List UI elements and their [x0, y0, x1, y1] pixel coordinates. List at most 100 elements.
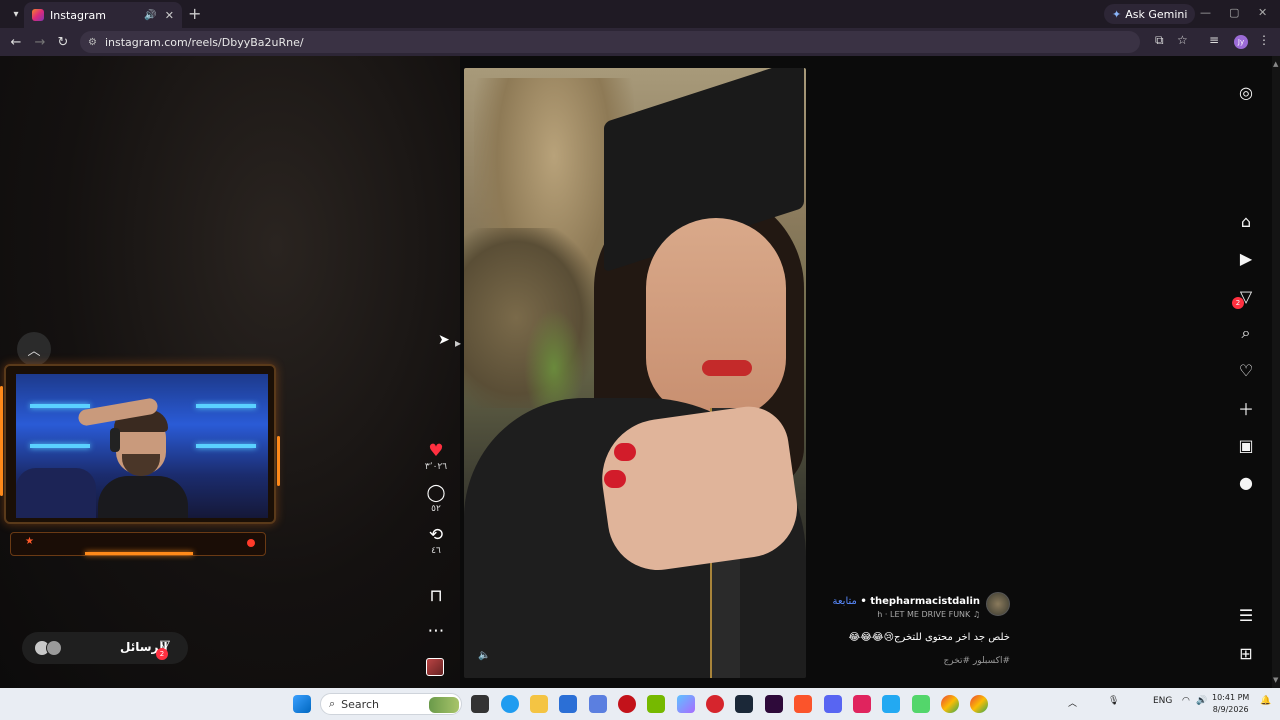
premiere-icon[interactable] [765, 695, 783, 713]
reposts-count: ٤٦ [431, 546, 441, 556]
new-tab-button[interactable]: + [188, 4, 201, 23]
wifi-icon[interactable]: ◠ [1182, 696, 1190, 706]
comment-button[interactable]: ◯ ٥٢ [420, 484, 452, 514]
app-icon[interactable] [589, 695, 607, 713]
discord-icon[interactable] [824, 695, 842, 713]
profile-nav-icon[interactable]: ● [1232, 471, 1260, 493]
app-icon[interactable] [912, 695, 930, 713]
repost-icon: ⟲ [428, 525, 444, 545]
taskbar-search-field[interactable]: ⌕ Search [320, 693, 462, 715]
audio-thumbnail[interactable] [426, 658, 444, 676]
store-icon[interactable] [559, 695, 577, 713]
edge-icon[interactable] [501, 695, 519, 713]
file-explorer-icon[interactable] [530, 695, 548, 713]
tab-search-list-icon[interactable]: ≡ [1209, 33, 1219, 47]
app-icon[interactable] [853, 695, 871, 713]
copilot-icon[interactable] [677, 695, 695, 713]
profile-avatar[interactable]: Jy [1234, 35, 1248, 49]
comments-count: ٥٢ [431, 504, 441, 514]
scroll-up-icon[interactable]: ▲ [1273, 60, 1278, 68]
author-avatar[interactable] [986, 592, 1010, 616]
more-menu-icon[interactable]: ☰ [1232, 604, 1260, 626]
home-icon[interactable]: ⌂ [1232, 210, 1260, 232]
address-toolbar: ← → ↻ ⚙ instagram.com/reels/DbyyBa2uRne/… [0, 28, 1280, 56]
mute-toggle-icon[interactable]: 🔈 [478, 650, 494, 666]
page-scrollbar[interactable]: ▲ ▼ [1272, 56, 1280, 688]
repost-button[interactable]: ⟲ ٤٦ [420, 526, 452, 556]
messages-nav-badge: 2 [1232, 297, 1244, 309]
reel-video[interactable]: 🔈 [464, 68, 806, 678]
close-window-icon[interactable]: ✕ [1258, 6, 1267, 19]
avatar [46, 640, 62, 656]
reload-icon[interactable]: ↻ [53, 32, 73, 52]
insights-icon[interactable]: ▣ [1232, 434, 1260, 456]
heart-filled-icon: ♥ [428, 441, 444, 461]
app-icon[interactable] [706, 695, 724, 713]
instagram-favicon-icon [32, 9, 44, 21]
music-note-icon: ♫ [972, 610, 980, 619]
instagram-reels-page: ︿ ★ الرسائل ▽ 2 ➤ ▸ 🔈 ♥ ٣٬٠٢٦ ◯ ٥٢ ⟲ ٤٦ … [0, 56, 1280, 688]
search-icon[interactable]: ⌕ [1232, 322, 1260, 344]
reels-icon[interactable]: ▶ [1232, 247, 1260, 269]
messages-nav-icon[interactable]: ▽ 2 [1232, 285, 1260, 309]
install-app-icon[interactable]: ⧉ [1155, 33, 1164, 48]
mouse-cursor-shadow-icon: ▸ [455, 336, 462, 350]
steam-icon[interactable] [735, 695, 753, 713]
caption-hashtags[interactable]: #اكسبلور #تخرج [943, 656, 1010, 666]
more-dots-icon: ⋯ [427, 621, 445, 641]
author-line: متابعة • thepharmacistdalin [832, 596, 980, 607]
browser-menu-icon[interactable]: ⋮ [1258, 33, 1270, 47]
start-windows-icon[interactable] [293, 695, 311, 713]
scroll-down-icon[interactable]: ▼ [1273, 676, 1278, 684]
record-dot-icon [247, 539, 255, 547]
language-indicator[interactable]: ENG [1153, 696, 1172, 706]
clock-date: 8/9/2026 [1212, 705, 1249, 714]
notifications-heart-icon[interactable]: ♡ [1232, 359, 1260, 381]
more-options-button[interactable]: ⋯ [420, 622, 452, 640]
nvidia-icon[interactable] [647, 695, 665, 713]
author-username[interactable]: thepharmacistdalin [870, 596, 980, 607]
task-view-icon[interactable] [471, 695, 489, 713]
create-plus-icon[interactable]: ＋ [1232, 397, 1260, 419]
streamer-figure [77, 396, 188, 518]
forward-icon[interactable]: → [30, 32, 50, 52]
audio-playing-icon[interactable]: 🔊 [144, 10, 156, 21]
ask-gemini-button[interactable]: ✦ Ask Gemini [1104, 4, 1196, 24]
like-button[interactable]: ♥ ٣٬٠٢٦ [420, 442, 452, 472]
ask-gemini-label: Ask Gemini [1125, 7, 1188, 21]
chrome-icon[interactable] [970, 695, 988, 713]
vscode-icon[interactable] [882, 695, 900, 713]
volume-icon[interactable]: 🔊 [1196, 696, 1207, 706]
message-avatars [34, 640, 68, 656]
search-icon: ⌕ [329, 697, 336, 710]
audio-track-label: h · LET ME DRIVE FUNK [877, 610, 971, 619]
url-field[interactable]: ⚙ instagram.com/reels/DbyyBa2uRne/ [80, 31, 1140, 53]
also-from-meta-icon[interactable]: ⊞ [1232, 642, 1260, 664]
minimize-icon[interactable]: — [1200, 6, 1211, 19]
chrome-icon[interactable] [941, 695, 959, 713]
instagram-logo-icon[interactable]: ◎ [1232, 81, 1260, 103]
bookmark-star-icon[interactable]: ☆ [1177, 33, 1188, 47]
messages-badge: 2 [156, 648, 168, 660]
microphone-icon[interactable]: 🎙 [1108, 696, 1119, 706]
windows-taskbar: ⌕ Search ︿ 🎙 ENG ◠ 🔊 10:41 PM 8/9/2026 🔔 [0, 688, 1280, 720]
caption-text: خلص جد اخر محتوى للتخرج😢😂😂😂 [848, 632, 1010, 643]
follow-button[interactable]: متابعة [832, 596, 856, 607]
brave-icon[interactable] [794, 695, 812, 713]
browser-tab[interactable]: Instagram 🔊 ✕ [24, 2, 182, 28]
taskbar-clock[interactable]: 10:41 PM 8/9/2026 [1212, 692, 1249, 716]
previous-reel-button[interactable]: ︿ [17, 332, 51, 366]
save-button[interactable]: ⊓ [420, 587, 452, 605]
likes-count: ٣٬٠٢٦ [424, 462, 448, 472]
app-icon[interactable] [618, 695, 636, 713]
maximize-icon[interactable]: ▢ [1229, 6, 1239, 19]
chevron-up-icon: ︿ [27, 343, 41, 359]
tray-chevron-icon[interactable]: ︿ [1068, 696, 1077, 709]
audio-track[interactable]: h · LET ME DRIVE FUNK ♫ [877, 610, 980, 619]
messages-button[interactable]: الرسائل ▽ 2 [22, 632, 188, 664]
close-tab-icon[interactable]: ✕ [165, 9, 174, 22]
back-icon[interactable]: ← [6, 32, 26, 52]
site-info-icon[interactable]: ⚙ [88, 37, 97, 48]
gemini-spark-icon: ✦ [1112, 7, 1122, 21]
notification-bell-icon[interactable]: 🔔 [1260, 696, 1271, 706]
